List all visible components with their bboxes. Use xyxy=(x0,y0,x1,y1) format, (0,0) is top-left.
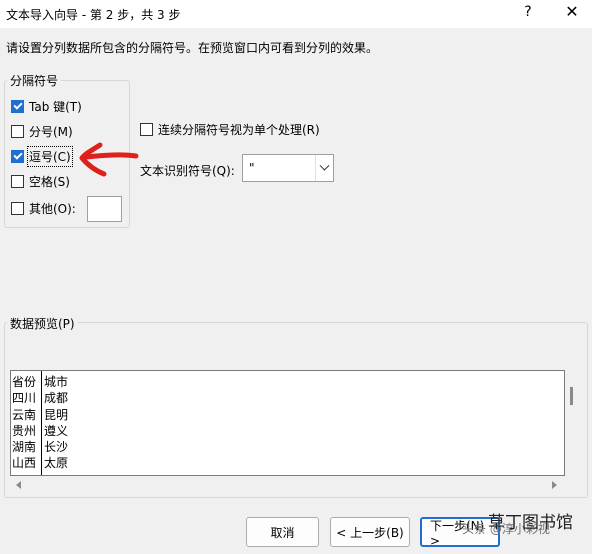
horizontal-scrollbar[interactable] xyxy=(12,478,562,492)
other-checkbox[interactable]: 其他(O): xyxy=(11,199,76,217)
tab-checkbox-box[interactable] xyxy=(11,99,24,113)
preview-cell: 成都 xyxy=(44,391,69,406)
vertical-scrollbar-thumb[interactable] xyxy=(570,387,573,405)
space-checkbox-label: 空格(S) xyxy=(29,174,70,189)
tab-checkbox-label: Tab 键(T) xyxy=(29,99,82,114)
title-bar: 文本导入向导 - 第 2 步，共 3 步 ? ✕ xyxy=(0,0,592,28)
close-icon[interactable]: ✕ xyxy=(563,2,581,21)
red-arrow-shaft xyxy=(83,152,139,160)
column-divider xyxy=(41,371,42,475)
delimiters-group-title: 分隔符号 xyxy=(7,72,62,89)
consecutive-checkbox-box[interactable] xyxy=(140,122,153,136)
red-arrow-head xyxy=(79,142,107,177)
preview-column-1: 省份 四川 云南 贵州 湖南 山西 xyxy=(12,374,36,472)
preview-group-title: 数据预览(P) xyxy=(7,315,78,332)
scroll-left-icon[interactable] xyxy=(16,481,21,489)
preview-cell: 城市 xyxy=(44,375,69,389)
data-preview-pane[interactable]: 省份 四川 云南 贵州 湖南 山西 城市 成都 昆明 遵义 长沙 太原 xyxy=(10,370,565,476)
tab-checkbox[interactable]: Tab 键(T) xyxy=(11,97,82,115)
preview-cell: 太原 xyxy=(44,456,69,471)
preview-cell: 湖南 xyxy=(12,440,37,455)
red-arrow-annotation xyxy=(79,142,139,177)
comma-checkbox[interactable]: 逗号(C) xyxy=(11,145,73,167)
consecutive-checkbox-label: 连续分隔符号视为单个处理(R) xyxy=(158,122,320,137)
preview-cell: 省份 xyxy=(12,375,37,389)
other-checkbox-label: 其他(O): xyxy=(29,201,76,216)
semicolon-checkbox[interactable]: 分号(M) xyxy=(11,122,73,140)
preview-cell: 云南 xyxy=(12,407,37,422)
space-checkbox[interactable]: 空格(S) xyxy=(11,172,70,190)
preview-column-2: 城市 成都 昆明 遵义 长沙 太原 xyxy=(44,374,68,472)
consecutive-checkbox[interactable]: 连续分隔符号视为单个处理(R) xyxy=(140,120,320,138)
preview-cell: 遵义 xyxy=(44,423,69,438)
instruction-text: 请设置分列数据所包含的分隔符号。在预览窗口内可看到分列的效果。 xyxy=(6,41,379,55)
other-checkbox-box[interactable] xyxy=(11,201,24,215)
watermark-large: 草丁图书馆 xyxy=(488,513,573,533)
preview-cell: 长沙 xyxy=(44,440,69,455)
space-checkbox-box[interactable] xyxy=(11,174,24,188)
back-button[interactable]: < 上一步(B) xyxy=(330,517,410,547)
help-icon[interactable]: ? xyxy=(520,4,536,20)
window-title: 文本导入向导 - 第 2 步，共 3 步 xyxy=(6,8,181,22)
preview-cell: 昆明 xyxy=(44,407,69,422)
text-qualifier-select[interactable]: " xyxy=(242,154,334,182)
semicolon-checkbox-box[interactable] xyxy=(11,124,24,138)
scroll-right-icon[interactable] xyxy=(552,481,557,489)
chevron-down-icon[interactable] xyxy=(315,155,333,181)
text-qualifier-value: " xyxy=(249,161,255,175)
other-delimiter-input[interactable] xyxy=(87,196,122,222)
preview-cell: 山西 xyxy=(12,456,37,471)
cancel-button[interactable]: 取消 xyxy=(246,517,319,547)
preview-cell: 贵州 xyxy=(12,423,37,438)
semicolon-checkbox-label: 分号(M) xyxy=(29,124,73,139)
preview-cell: 四川 xyxy=(12,391,37,406)
comma-checkbox-label: 逗号(C) xyxy=(27,145,73,167)
text-qualifier-label: 文本识别符号(Q): xyxy=(140,164,235,178)
comma-checkbox-box[interactable] xyxy=(11,149,24,163)
